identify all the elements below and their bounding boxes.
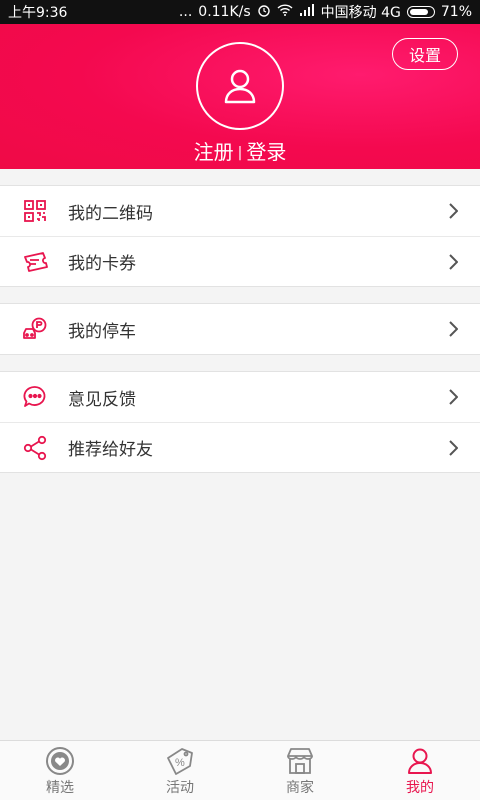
status-carrier: 中国移动 4G xyxy=(320,5,401,21)
signal-icon xyxy=(299,4,315,20)
qr-code-icon xyxy=(22,198,48,224)
status-time: 上午9:36 xyxy=(8,5,68,21)
heart-circle-icon xyxy=(45,745,75,777)
tab-label: 精选 xyxy=(46,780,74,796)
tab-label: 商家 xyxy=(286,780,314,796)
register-link[interactable]: 注册 xyxy=(194,140,234,164)
menu-item-share[interactable]: 推荐给好友 xyxy=(0,422,480,472)
profile-header: 设置 注册 | 登录 xyxy=(0,24,480,169)
share-icon xyxy=(22,435,48,461)
menu-item-label: 我的停车 xyxy=(68,321,136,342)
user-icon xyxy=(406,745,434,777)
menu-item-parking[interactable]: 我的停车 xyxy=(0,304,480,354)
tab-activities[interactable]: % 活动 xyxy=(120,741,240,800)
tab-merchants[interactable]: 商家 xyxy=(240,741,360,800)
settings-button[interactable]: 设置 xyxy=(392,38,458,70)
ticket-icon xyxy=(22,249,48,275)
status-battery: 71% xyxy=(440,4,472,20)
menu-item-qrcode[interactable]: 我的二维码 xyxy=(0,186,480,236)
tab-featured[interactable]: 精选 xyxy=(0,741,120,800)
status-net-speed: 0.11K/s xyxy=(198,4,251,20)
menu-item-label: 我的二维码 xyxy=(68,203,153,224)
chevron-right-icon xyxy=(448,440,459,460)
tab-label: 我的 xyxy=(406,780,434,796)
status-right: ... 0.11K/s 中国移动 4G 71% xyxy=(179,2,472,22)
chevron-right-icon xyxy=(448,254,459,274)
status-dots: ... xyxy=(178,4,193,20)
user-avatar-icon xyxy=(224,69,256,104)
percent-tag-icon: % xyxy=(164,745,196,777)
menu-group-1: 我的二维码 我的卡券 xyxy=(0,185,480,287)
battery-icon xyxy=(406,6,435,18)
menu-group-3: 意见反馈 推荐给好友 xyxy=(0,371,480,473)
tab-label: 活动 xyxy=(166,780,194,796)
chevron-right-icon xyxy=(448,203,459,223)
menu-item-feedback[interactable]: 意见反馈 xyxy=(0,372,480,422)
status-bar: 上午9:36 ... 0.11K/s 中国移动 4G 71% xyxy=(0,0,480,24)
svg-text:%: % xyxy=(175,757,185,769)
chevron-right-icon xyxy=(448,389,459,409)
store-icon xyxy=(285,745,315,777)
parking-car-icon xyxy=(22,316,48,342)
menu-item-coupons[interactable]: 我的卡券 xyxy=(0,236,480,286)
chevron-right-icon xyxy=(448,321,459,341)
wifi-icon xyxy=(277,4,293,20)
login-link[interactable]: 登录 xyxy=(246,140,286,164)
auth-separator: | xyxy=(237,145,243,161)
menu-item-label: 我的卡券 xyxy=(68,254,136,274)
alarm-icon xyxy=(257,3,271,21)
chat-bubble-icon xyxy=(22,384,48,410)
menu-item-label: 推荐给好友 xyxy=(68,440,153,460)
avatar[interactable] xyxy=(196,42,284,130)
menu-group-2: 我的停车 xyxy=(0,303,480,355)
auth-links: 注册 | 登录 xyxy=(0,136,480,165)
menu-item-label: 意见反馈 xyxy=(68,389,136,410)
bottom-nav: 精选 % 活动 商家 我的 xyxy=(0,740,480,800)
tab-mine[interactable]: 我的 xyxy=(360,741,480,800)
